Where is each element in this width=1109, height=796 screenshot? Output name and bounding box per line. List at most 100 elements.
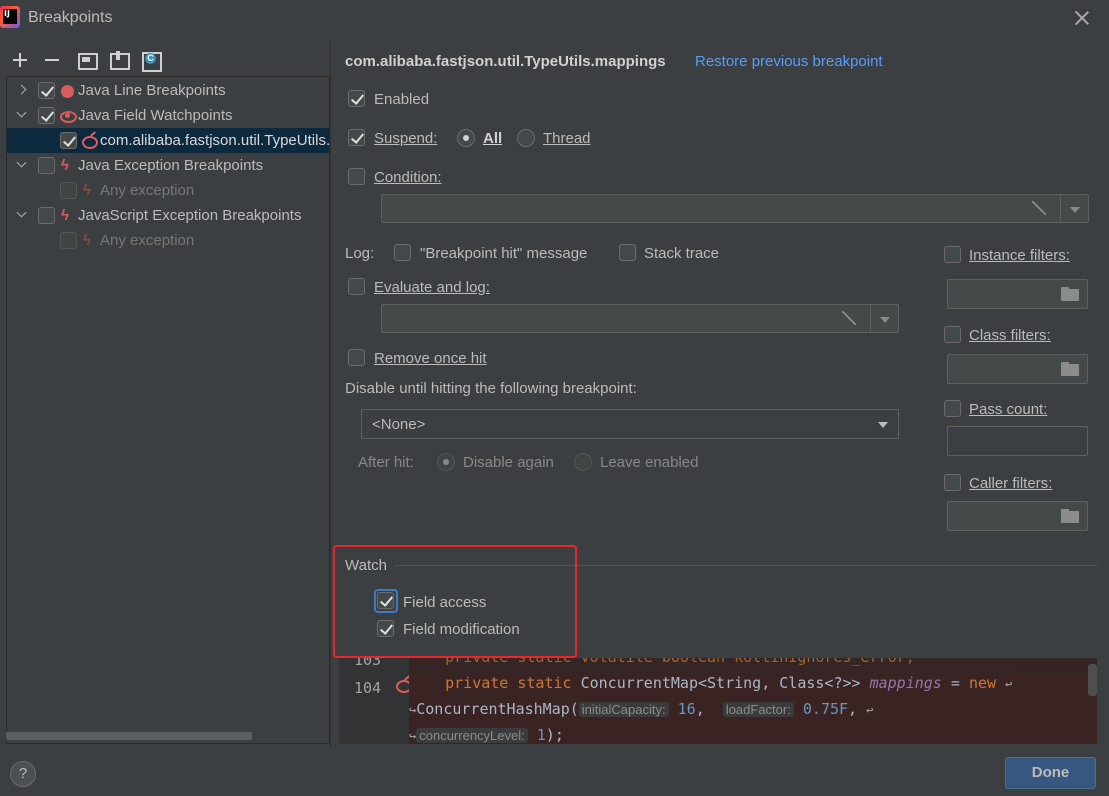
suspend-all-label[interactable]: All [483, 130, 502, 147]
code-keyword: private [445, 674, 509, 692]
breakpoint-tree[interactable]: Java Line Breakpoints Java Field Watchpo… [6, 76, 330, 744]
pass-count-input[interactable] [947, 426, 1088, 456]
title-bar: Breakpoints [0, 0, 1109, 38]
group-by-class-icon[interactable] [140, 50, 162, 72]
condition-checkbox[interactable] [348, 168, 365, 185]
chevron-down-icon[interactable] [17, 160, 27, 170]
checkbox[interactable] [38, 107, 55, 124]
pass-count-checkbox[interactable] [944, 400, 961, 417]
eye-icon [60, 109, 77, 123]
code-number: 0.75F [802, 700, 849, 718]
red-dot-icon [61, 85, 74, 98]
code-operator: = [950, 674, 960, 692]
condition-label[interactable]: Condition: [374, 169, 442, 186]
class-filters-label[interactable]: Class filters: [969, 327, 1051, 344]
chevron-down-icon [878, 422, 888, 428]
enabled-label[interactable]: Enabled [374, 91, 429, 108]
group-by-file-icon[interactable] [76, 50, 98, 70]
stack-trace-label[interactable]: Stack trace [644, 245, 719, 262]
suspend-all-radio[interactable] [457, 129, 475, 147]
instance-filters-checkbox[interactable] [944, 246, 961, 263]
code-type: ConcurrentHashMap( [416, 700, 579, 718]
instance-filters-input[interactable] [947, 279, 1088, 309]
tree-item-java-field-watchpoints[interactable]: Java Field Watchpoints [7, 103, 329, 128]
chevron-down-icon[interactable] [1070, 207, 1080, 213]
stack-trace-checkbox[interactable] [619, 244, 636, 261]
chevron-right-icon[interactable] [17, 85, 27, 95]
breakpoint-title: com.alibaba.fastjson.util.TypeUtils.mapp… [345, 53, 666, 70]
enabled-checkbox[interactable] [348, 90, 365, 107]
evaluate-and-log-label[interactable]: Evaluate and log: [374, 279, 490, 296]
editor-scrollbar[interactable] [1088, 664, 1097, 696]
restore-previous-breakpoint-link[interactable]: Restore previous breakpoint [695, 53, 883, 70]
code-line: ↪ConcurrentHashMap(initialCapacity: 16, … [409, 700, 1097, 726]
folder-icon[interactable] [1061, 362, 1079, 376]
evaluate-and-log-input[interactable] [381, 304, 899, 333]
caller-filters-input[interactable] [947, 501, 1088, 531]
log-label: Log: [345, 245, 375, 262]
suspend-thread-radio[interactable] [517, 129, 535, 147]
folder-icon[interactable] [1061, 287, 1079, 301]
checkbox[interactable] [38, 207, 55, 224]
suspend-checkbox[interactable] [348, 129, 365, 146]
suspend-thread-label[interactable]: Thread [543, 130, 591, 147]
window-title: Breakpoints [28, 9, 113, 26]
chevron-down-icon[interactable] [17, 210, 27, 220]
line-number: 104 [354, 679, 382, 697]
tree-horizontal-scrollbar[interactable] [6, 732, 252, 740]
chevron-down-icon[interactable] [17, 110, 27, 120]
expand-icon[interactable] [842, 311, 856, 325]
add-breakpoint-icon[interactable] [10, 50, 32, 70]
remove-once-hit-checkbox[interactable] [348, 349, 365, 366]
tree-item-label: Any exception [100, 232, 195, 249]
caller-filters-label[interactable]: Caller filters: [969, 475, 1052, 492]
lightning-icon: ϟ [61, 207, 69, 224]
instance-filters-label[interactable]: Instance filters: [969, 247, 1070, 264]
close-icon[interactable] [1073, 8, 1091, 28]
checkbox[interactable] [60, 132, 77, 149]
leave-enabled-label[interactable]: Leave enabled [600, 454, 698, 471]
caller-filters-checkbox[interactable] [944, 474, 961, 491]
suspend-label[interactable]: Suspend: [374, 130, 437, 147]
chevron-down-icon[interactable] [880, 317, 890, 323]
disable-until-select[interactable]: <None> [361, 409, 899, 439]
tree-item-javascript-exception-breakpoints[interactable]: ϟ JavaScript Exception Breakpoints [7, 203, 329, 228]
code-line: private static ConcurrentMap<String, Cla… [409, 674, 1097, 700]
code-type: ConcurrentMap<String, Class<?>> [580, 674, 861, 692]
parameter-hint: initialCapacity: [578, 702, 669, 717]
panel-divider[interactable] [330, 38, 331, 748]
remove-breakpoint-icon[interactable] [42, 50, 64, 70]
tree-item-any-exception[interactable]: ϟ Any exception [7, 228, 329, 253]
field-watch-icon [81, 133, 98, 149]
disable-again-label[interactable]: Disable again [463, 454, 554, 471]
tree-item-any-exception[interactable]: ϟ Any exception [7, 178, 329, 203]
log-message-checkbox[interactable] [394, 244, 411, 261]
tree-item-label: Java Exception Breakpoints [78, 157, 264, 174]
expand-icon[interactable] [1032, 201, 1046, 215]
done-button[interactable]: Done [1005, 757, 1096, 789]
leave-enabled-radio[interactable] [574, 453, 592, 471]
class-filters-input[interactable] [947, 354, 1088, 384]
tree-item-typeutils-mappings[interactable]: com.alibaba.fastjson.util.TypeUtils.mapp… [7, 128, 329, 153]
group-by-package-icon[interactable] [108, 50, 130, 70]
disable-again-radio[interactable] [437, 453, 455, 471]
lightning-icon: ϟ [83, 232, 91, 249]
folder-icon[interactable] [1061, 509, 1079, 523]
pass-count-label[interactable]: Pass count: [969, 401, 1047, 418]
remove-once-hit-label[interactable]: Remove once hit [374, 350, 487, 367]
checkbox[interactable] [60, 182, 77, 199]
tree-item-label: Java Line Breakpoints [78, 82, 226, 99]
checkbox[interactable] [60, 232, 77, 249]
tree-item-label: Java Field Watchpoints [78, 107, 233, 124]
class-filters-checkbox[interactable] [944, 326, 961, 343]
disable-until-value: <None> [372, 416, 426, 433]
tree-item-java-line-breakpoints[interactable]: Java Line Breakpoints [7, 78, 329, 103]
checkbox[interactable] [38, 82, 55, 99]
evaluate-and-log-checkbox[interactable] [348, 278, 365, 295]
tree-item-java-exception-breakpoints[interactable]: ϟ Java Exception Breakpoints [7, 153, 329, 178]
disable-until-label: Disable until hitting the following brea… [345, 380, 637, 397]
checkbox[interactable] [38, 157, 55, 174]
log-message-label[interactable]: "Breakpoint hit" message [420, 245, 587, 262]
condition-input[interactable] [381, 194, 1089, 223]
help-button[interactable]: ? [10, 761, 36, 787]
